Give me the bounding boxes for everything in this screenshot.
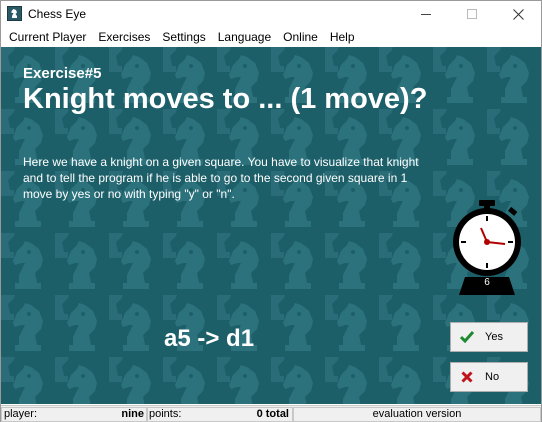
title-bar[interactable]: Chess Eye: [1, 1, 541, 27]
status-player: player: nine: [1, 407, 147, 422]
window-title: Chess Eye: [28, 7, 87, 21]
no-label: No: [485, 371, 500, 383]
menu-settings[interactable]: Settings: [156, 27, 211, 47]
x-icon: [459, 369, 475, 385]
menu-exercises[interactable]: Exercises: [92, 27, 156, 47]
yes-button[interactable]: Yes: [450, 322, 528, 352]
menu-bar: Current Player Exercises Settings Langua…: [1, 27, 541, 47]
points-value: 0 total: [256, 408, 289, 420]
status-bar: player: nine points: 0 total evaluation …: [1, 405, 541, 422]
minimize-button[interactable]: [403, 1, 449, 27]
menu-online[interactable]: Online: [277, 27, 324, 47]
player-name: nine: [121, 408, 144, 420]
menu-help[interactable]: Help: [324, 27, 361, 47]
timer-value: 6: [484, 277, 490, 288]
menu-language[interactable]: Language: [212, 27, 277, 47]
menu-current-player[interactable]: Current Player: [3, 27, 92, 47]
exercise-title: Knight moves to ... (1 move)?: [23, 83, 428, 115]
app-window: Chess Eye Current Player Exercises Setti…: [0, 0, 542, 422]
no-button[interactable]: No: [450, 362, 528, 392]
points-label: points:: [149, 408, 182, 420]
checkmark-icon: [459, 329, 475, 345]
close-icon: [512, 8, 524, 20]
exercise-number: Exercise#5: [23, 65, 102, 82]
exercise-description: Here we have a knight on a given square.…: [23, 155, 419, 201]
maximize-icon: [467, 9, 477, 19]
exercise-panel: Exercise#5 Knight moves to ... (1 move)?…: [1, 47, 541, 404]
status-version: evaluation version: [293, 407, 541, 422]
knight-icon: [7, 6, 22, 21]
yes-label: Yes: [485, 331, 503, 343]
maximize-button[interactable]: [449, 1, 495, 27]
minimize-icon: [421, 13, 431, 15]
status-points: points: 0 total: [147, 407, 293, 422]
player-label: player:: [4, 408, 38, 420]
question-text: a5 -> d1: [164, 325, 255, 352]
close-button[interactable]: [495, 1, 541, 27]
